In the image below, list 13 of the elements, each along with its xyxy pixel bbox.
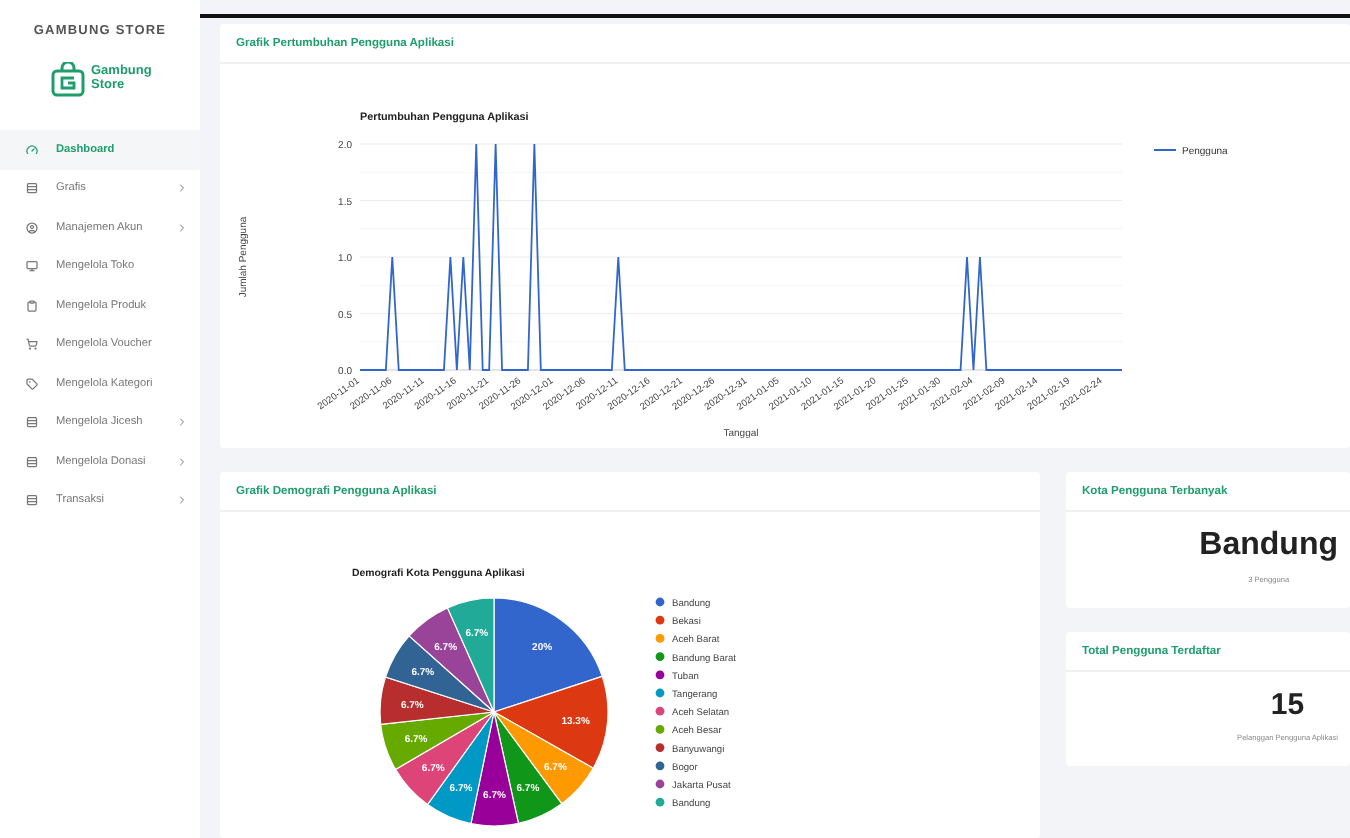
clipboard-icon bbox=[26, 299, 38, 312]
list-icon bbox=[26, 455, 38, 468]
tag-icon bbox=[26, 377, 38, 390]
stat-value: 15 bbox=[1270, 688, 1305, 722]
list-icon bbox=[26, 182, 38, 195]
user-icon bbox=[26, 221, 38, 234]
shopping-bag-icon bbox=[49, 62, 85, 98]
monitor-icon bbox=[26, 260, 38, 273]
list-icon bbox=[26, 494, 38, 507]
cart-icon bbox=[26, 338, 38, 351]
stat-value: Bandung bbox=[1199, 528, 1338, 564]
gauge-icon bbox=[26, 143, 38, 156]
list-icon bbox=[26, 416, 38, 429]
